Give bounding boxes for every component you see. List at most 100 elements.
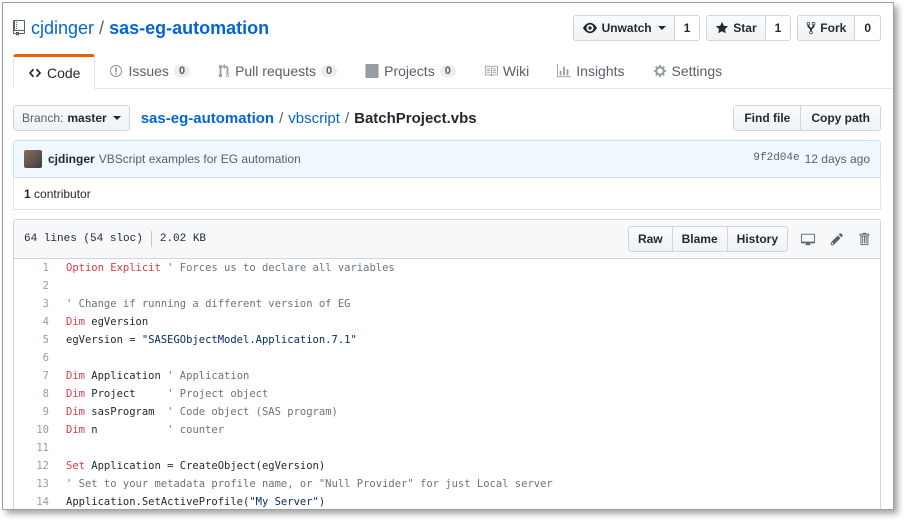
code-line: 11: [14, 439, 880, 457]
star-button[interactable]: Star: [707, 16, 766, 40]
commit-message[interactable]: VBScript examples for EG automation: [99, 152, 301, 166]
history-button[interactable]: History: [726, 227, 787, 251]
tab-insights-label: Insights: [576, 63, 625, 79]
code-token: ' Application: [167, 370, 250, 382]
breadcrumb-dir-link[interactable]: vbscript: [288, 110, 340, 127]
tab-code[interactable]: Code: [13, 54, 96, 89]
blame-button[interactable]: Blame: [671, 227, 727, 251]
branch-label: Branch:: [22, 111, 64, 125]
code-token: Dim: [66, 370, 85, 382]
tab-pull-requests-label: Pull requests: [235, 63, 316, 79]
breadcrumb-repo-link[interactable]: sas-eg-automation: [141, 110, 274, 127]
line-number[interactable]: 13: [14, 478, 66, 490]
tab-issues[interactable]: Issues 0: [95, 54, 204, 88]
tab-insights[interactable]: Insights: [543, 54, 638, 88]
code-icon: [28, 68, 42, 77]
line-number[interactable]: 10: [14, 424, 66, 436]
star-group: Star 1: [706, 15, 792, 41]
commit-author[interactable]: cjdinger: [48, 152, 95, 166]
line-number[interactable]: 1: [14, 262, 66, 274]
forks-count[interactable]: 0: [855, 16, 880, 40]
watch-group: Unwatch 1: [572, 15, 701, 41]
code-line: 10 Dim n ' counter: [14, 421, 880, 439]
latest-commit: cjdinger VBScript examples for EG automa…: [13, 140, 881, 178]
file-navigation: Branch: master sas-eg-automation / vbscr…: [13, 105, 893, 131]
repo-name-link[interactable]: sas-eg-automation: [109, 18, 269, 39]
code-token: ): [318, 496, 326, 508]
pull-requests-counter: 0: [321, 65, 338, 77]
code-line: 4 Dim egVersion: [14, 313, 880, 331]
line-number[interactable]: 5: [14, 334, 66, 346]
divider: [150, 231, 152, 247]
watchers-count[interactable]: 1: [674, 16, 700, 40]
find-file-button[interactable]: Find file: [734, 106, 801, 130]
tab-pull-requests[interactable]: Pull requests 0: [204, 54, 351, 88]
branch-select[interactable]: Branch: master: [13, 105, 130, 131]
line-content: Dim Application ' Application: [66, 370, 249, 382]
repo-owner-link[interactable]: cjdinger: [31, 18, 94, 39]
fork-button[interactable]: Fork: [798, 16, 856, 40]
repo-header: cjdinger / sas-eg-automation: [13, 15, 269, 41]
code-token: Application = CreateObject(egVersion): [84, 460, 326, 472]
issue-icon: [110, 64, 123, 78]
code-token: sasProgram: [84, 406, 168, 418]
file-size: 2.02 KB: [159, 233, 207, 245]
tab-wiki[interactable]: Wiki: [470, 54, 543, 88]
tab-settings[interactable]: Settings: [639, 54, 737, 88]
line-number[interactable]: 8: [14, 388, 66, 400]
code-line: 8 Dim Project ' Project object: [14, 385, 880, 403]
pull-request-icon: [218, 64, 230, 78]
star-label: Star: [733, 21, 757, 35]
file-header: 64 lines (54 sloc) 2.02 KB Raw Blame His…: [14, 220, 880, 259]
chevron-down-icon: [112, 116, 121, 120]
contributors-label[interactable]: contributor: [34, 187, 91, 201]
commit-time: 12 days ago: [804, 152, 870, 166]
tab-projects[interactable]: Projects 0: [351, 54, 470, 88]
commit-sha[interactable]: 9f2d04e: [753, 152, 799, 166]
code-line: 14 Application.SetActiveProfile("My Serve…: [14, 493, 880, 509]
gear-icon: [653, 64, 666, 78]
line-number[interactable]: 2: [14, 280, 66, 292]
line-number[interactable]: 7: [14, 370, 66, 382]
line-number[interactable]: 14: [14, 496, 66, 508]
commit-meta: 9f2d04e 12 days ago: [753, 152, 870, 166]
graph-icon: [557, 64, 572, 78]
line-number[interactable]: 4: [14, 316, 66, 328]
line-number[interactable]: 11: [14, 442, 66, 454]
branch-value: master: [67, 111, 107, 125]
code-line: 12 Set Application = CreateObject(egVersi…: [14, 457, 880, 475]
code-token: Project: [84, 388, 168, 400]
code-token: Dim: [66, 406, 85, 418]
project-icon: [365, 64, 379, 78]
breadcrumb: sas-eg-automation / vbscript / BatchProj…: [141, 110, 477, 127]
line-number[interactable]: 9: [14, 406, 66, 418]
code-line: 5 egVersion = "SASEGObjectModel.Applicati…: [14, 331, 880, 349]
raw-button[interactable]: Raw: [628, 227, 672, 251]
fork-group: Fork 0: [797, 15, 881, 41]
file-line-count: 64 lines (54 sloc): [24, 233, 143, 245]
avatar[interactable]: [24, 150, 42, 168]
star-icon: [716, 21, 729, 34]
stars-count[interactable]: 1: [765, 16, 791, 40]
desktop-icon[interactable]: [800, 232, 816, 246]
code-token: egVersion: [84, 316, 149, 328]
pencil-icon[interactable]: [830, 232, 844, 246]
code-token: Option Explicit: [66, 262, 161, 274]
code-token: Set: [66, 460, 85, 472]
code-token: Application: [84, 370, 168, 382]
copy-path-button[interactable]: Copy path: [800, 106, 880, 130]
trash-icon[interactable]: [858, 232, 870, 246]
code-line: 9 Dim sasProgram ' Code object (SAS progr…: [14, 403, 880, 421]
code-body: 1 Option Explicit ' Forces us to declare …: [14, 259, 880, 509]
line-number[interactable]: 6: [14, 352, 66, 364]
code-token: ' counter: [167, 424, 225, 436]
repo-icon: [13, 20, 25, 36]
code-line: 7 Dim Application ' Application: [14, 367, 880, 385]
contributors-count[interactable]: 1: [24, 187, 31, 201]
unwatch-button[interactable]: Unwatch: [573, 16, 675, 40]
code-token: Dim: [66, 424, 85, 436]
line-number[interactable]: 12: [14, 460, 66, 472]
line-number[interactable]: 3: [14, 298, 66, 310]
line-content: ' Set to your metadata profile name, or …: [66, 478, 553, 490]
tab-projects-label: Projects: [384, 63, 435, 79]
